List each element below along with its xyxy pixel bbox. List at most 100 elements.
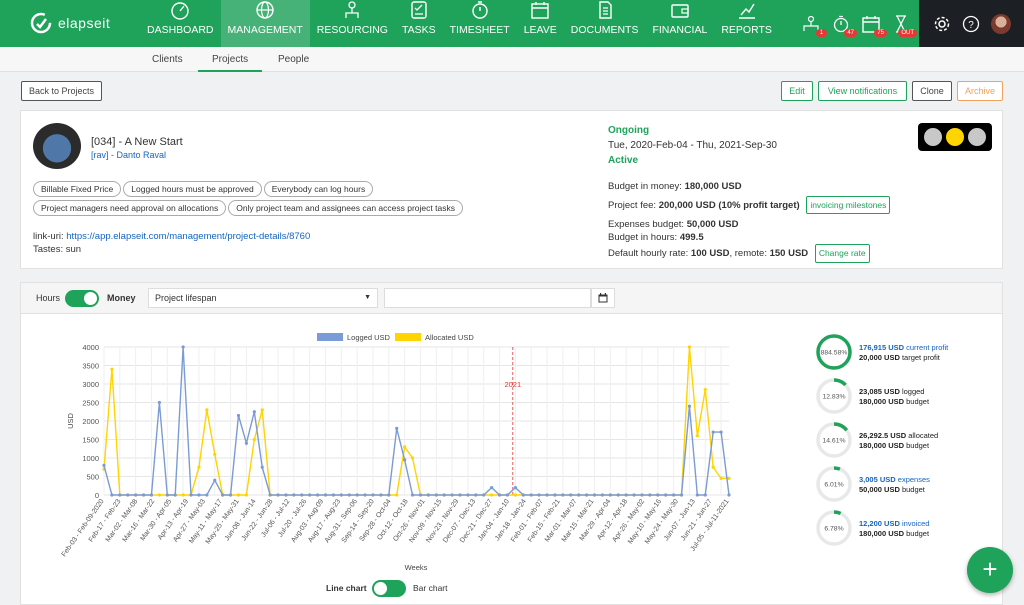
change-rate-button[interactable]: Change rate (814, 244, 870, 263)
data-point (490, 486, 494, 490)
nav-item-label: TIMESHEET (449, 24, 510, 36)
summary-value-label: current profit (904, 343, 949, 352)
view-notifications-button[interactable]: View notifications (818, 81, 907, 101)
tab-projects[interactable]: Projects (198, 47, 263, 72)
data-point (426, 493, 430, 497)
chevron-down-icon: ▼ (364, 294, 371, 301)
clone-button[interactable]: Clone (912, 81, 952, 101)
traffic-light-lamp (924, 128, 942, 146)
calendar-button[interactable] (591, 288, 615, 308)
money-label: Money (107, 293, 136, 303)
data-point (197, 465, 201, 469)
notification-calendar[interactable]: 75 (858, 11, 887, 37)
project-status: Ongoing (608, 125, 650, 136)
avatar[interactable] (990, 13, 1011, 34)
data-point (189, 493, 193, 497)
summary-sub-label: budget (899, 485, 925, 494)
help-icon[interactable]: ? (962, 15, 980, 33)
summary-value-label: logged (899, 387, 925, 396)
summary-item: 6.01% 3,005 USD expenses 50,000 USD budget (815, 465, 995, 505)
project-manager-link[interactable]: [rav] - Danto Raval (91, 150, 166, 160)
data-point (205, 493, 209, 497)
progress-percent: 6.01% (824, 482, 843, 489)
app-logo[interactable]: elapseit (30, 10, 110, 36)
nav-item-timesheet[interactable]: TIMESHEET (443, 0, 517, 47)
back-to-projects-button[interactable]: Back to Projects (21, 81, 102, 101)
progress-ring: 14.61% (816, 422, 852, 458)
remote-rate-label: , remote: (729, 248, 767, 259)
date-input[interactable] (384, 288, 591, 308)
project-url-link[interactable]: https://app.elapseit.com/management/proj… (66, 231, 310, 242)
invoicing-milestones-button[interactable]: invoicing milestones (806, 195, 891, 214)
chart-type-toggle[interactable] (372, 580, 406, 597)
summary-text: 176,915 USD current profit 20,000 USD tar… (859, 343, 948, 363)
progress-percent: 6.78% (824, 526, 843, 533)
data-point (640, 493, 644, 497)
y-tick-label: 2000 (82, 417, 99, 426)
data-point (703, 493, 707, 497)
data-point (703, 387, 707, 392)
period-select[interactable]: Project lifespan ▼ (148, 288, 378, 308)
x-axis-title: Weeks (405, 563, 428, 572)
summary-sub-label: budget (904, 397, 930, 406)
nav-item-leave[interactable]: LEAVE (517, 0, 564, 47)
nav-item-tasks[interactable]: TASKS (395, 0, 443, 47)
data-point (403, 445, 407, 449)
archive-button[interactable]: Archive (957, 81, 1003, 101)
logo-text: elapseit (58, 15, 111, 31)
data-point (458, 493, 462, 497)
data-point (442, 493, 446, 497)
budget-hours-value: 499.5 (679, 231, 704, 243)
data-point (450, 493, 454, 497)
data-point (529, 493, 533, 497)
data-point (300, 493, 304, 497)
data-point (157, 493, 161, 497)
tasks-icon (411, 1, 427, 19)
nav-item-documents[interactable]: DOCUMENTS (564, 0, 646, 47)
summary-text: 3,005 USD expenses 50,000 USD budget (859, 475, 930, 495)
gear-icon[interactable] (933, 15, 951, 33)
data-point (616, 493, 620, 497)
nav-item-management[interactable]: MANAGEMENT (220, 0, 310, 47)
nav-item-label: DASHBOARD (147, 24, 214, 36)
nav-item-dashboard[interactable]: DASHBOARD (140, 0, 221, 47)
nav-item-financial[interactable]: FINANCIAL (645, 0, 714, 47)
edit-button[interactable]: Edit (781, 81, 813, 101)
data-point (521, 493, 525, 497)
nav-item-reports[interactable]: REPORTS (714, 0, 779, 47)
data-point (157, 400, 161, 405)
legend-label: Allocated USD (425, 333, 474, 342)
notification-hourglass[interactable]: OUT (888, 11, 917, 37)
tab-clients[interactable]: Clients (152, 47, 183, 72)
add-button[interactable]: + (967, 547, 1013, 593)
project-tag: Everybody can log hours (263, 181, 374, 197)
traffic-light-lamp (946, 128, 964, 146)
document-icon (598, 1, 612, 19)
nav-item-resourcing[interactable]: RESOURCING (310, 0, 395, 47)
traffic-light (918, 123, 992, 151)
summary-sub-value: 180,000 USD (859, 441, 905, 450)
data-point (134, 493, 138, 497)
calendar-icon (531, 2, 549, 19)
data-point (110, 493, 114, 497)
data-point (711, 430, 715, 434)
data-point (244, 493, 249, 497)
hourly-rate-label: Default hourly rate: (608, 248, 689, 259)
data-point (228, 493, 233, 497)
notification-timer[interactable]: 47 (828, 11, 857, 37)
summary-text: 23,085 USD logged 180,000 USD budget (859, 387, 929, 407)
globe-icon (256, 1, 274, 19)
data-point (284, 493, 288, 497)
notification-team[interactable]: 1 (798, 11, 827, 37)
summary-item: 884.58% 176,915 USD current profit 20,000 … (815, 333, 995, 373)
tab-people[interactable]: People (278, 47, 309, 72)
data-point (482, 493, 486, 497)
progress-ring: 6.78% (816, 510, 852, 546)
summary-text: 12,200 USD invoiced 180,000 USD budget (859, 519, 929, 539)
notification-badge: 75 (874, 28, 887, 37)
remote-rate-value: 150 USD (769, 248, 809, 259)
data-point (213, 452, 217, 456)
data-point (331, 493, 336, 497)
hours-money-toggle[interactable] (65, 290, 99, 307)
data-point (719, 476, 723, 480)
